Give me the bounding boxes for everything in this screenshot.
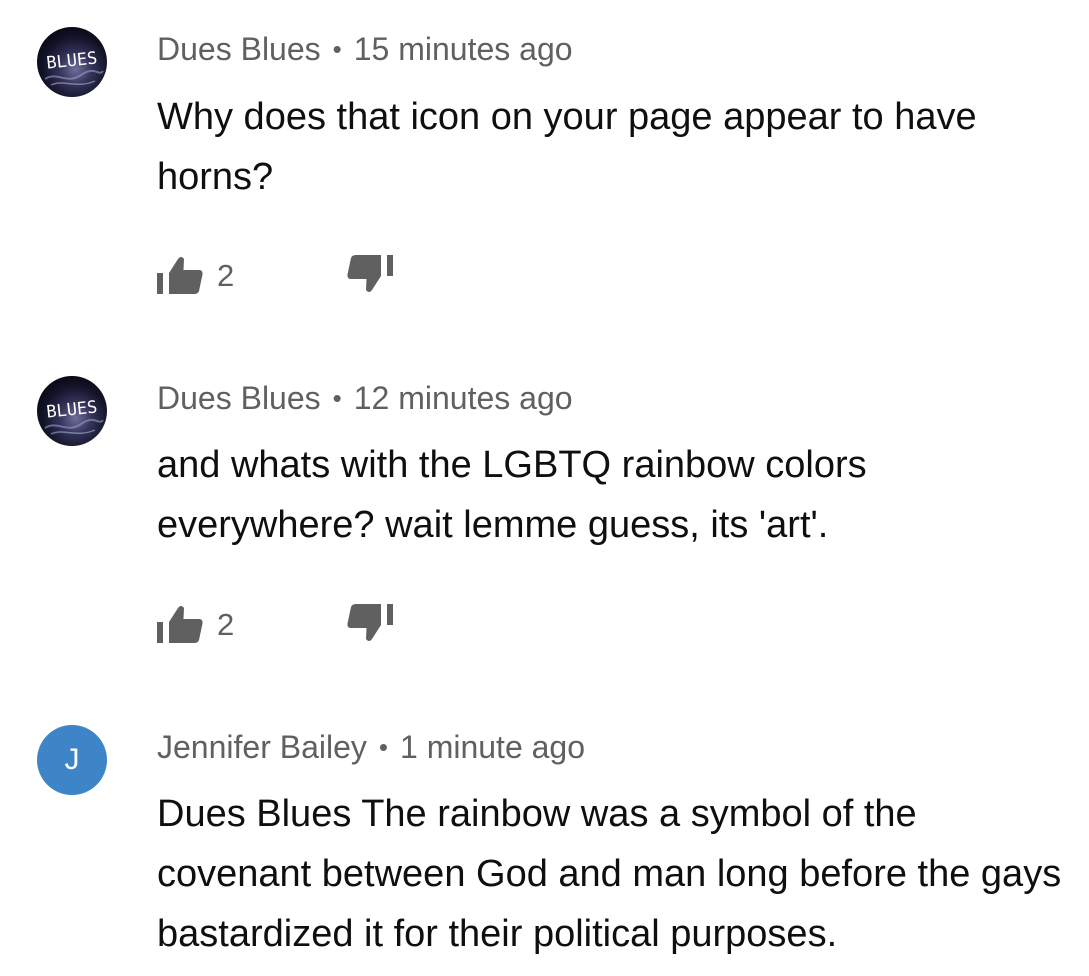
comment-text: Why does that icon on your page appear t… <box>157 96 977 198</box>
timestamp[interactable]: 15 minutes ago <box>354 31 573 67</box>
author-name[interactable]: Dues Blues <box>157 380 321 416</box>
timestamp[interactable]: 1 minute ago <box>400 729 585 765</box>
avatar-dues-blues[interactable]: BLUES <box>37 376 107 446</box>
separator-dot: • <box>332 34 342 64</box>
comment-meta: Dues Blues • 15 minutes ago <box>157 33 573 65</box>
avatar-jennifer-bailey[interactable]: J <box>37 725 107 795</box>
separator-dot: • <box>332 383 342 413</box>
separator-dot: • <box>378 732 388 762</box>
comment-meta: Jennifer Bailey • 1 minute ago <box>157 731 585 763</box>
comment-actions: 2 <box>157 251 393 301</box>
like-button[interactable]: 2 <box>157 605 234 645</box>
svg-text:BLUES: BLUES <box>45 48 98 73</box>
author-name[interactable]: Jennifer Bailey <box>157 729 367 765</box>
comment-text: Dues Blues The rainbow was a symbol of t… <box>157 793 1062 955</box>
timestamp[interactable]: 12 minutes ago <box>354 380 573 416</box>
like-button[interactable]: 2 <box>157 256 234 296</box>
thumb-down-icon <box>347 253 393 293</box>
thumb-down-icon <box>347 602 393 642</box>
comment-meta: Dues Blues • 12 minutes ago <box>157 382 573 414</box>
dislike-button[interactable] <box>347 602 393 642</box>
comment-text: and whats with the LGBTQ rainbow colors … <box>157 444 867 546</box>
svg-text:BLUES: BLUES <box>45 397 98 422</box>
thumb-up-icon <box>157 256 203 296</box>
like-count: 2 <box>217 607 235 642</box>
dislike-button[interactable] <box>347 253 393 293</box>
avatar-dues-blues[interactable]: BLUES <box>37 27 107 97</box>
thumb-up-icon <box>157 605 203 645</box>
comment-actions: 2 <box>157 600 393 650</box>
avatar-letter: J <box>64 743 80 776</box>
author-name[interactable]: Dues Blues <box>157 31 321 67</box>
like-count: 2 <box>217 258 235 293</box>
